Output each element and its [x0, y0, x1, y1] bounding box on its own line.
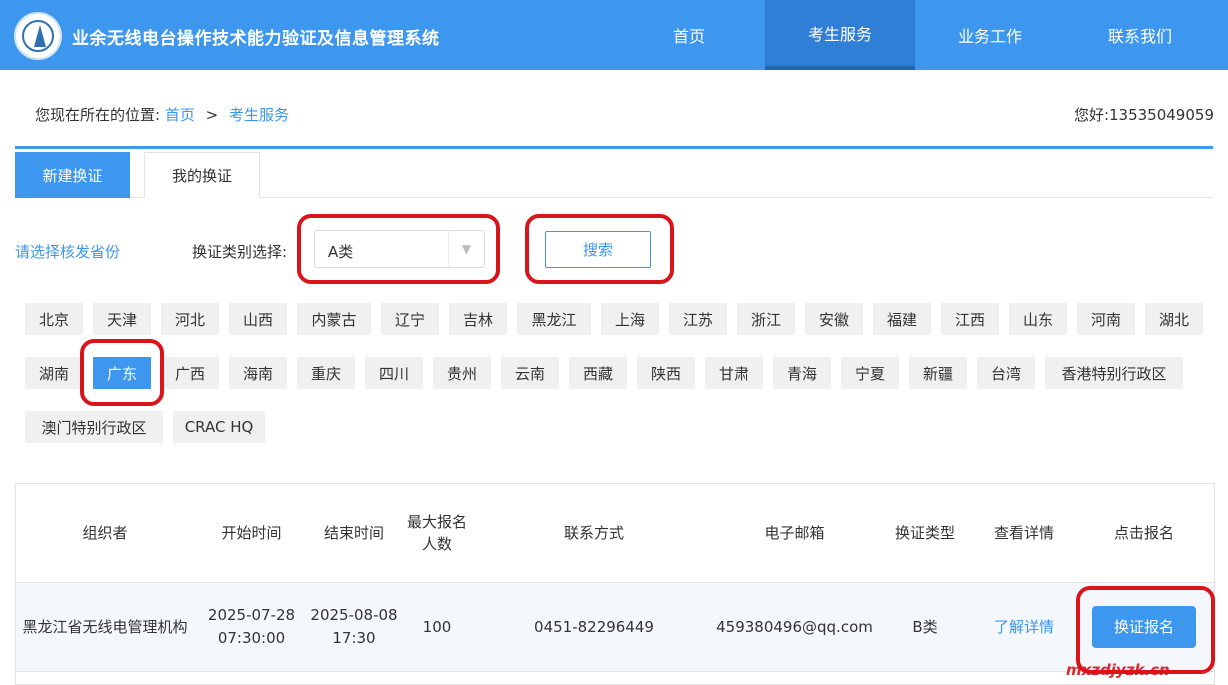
breadcrumb-home-link[interactable]: 首页: [165, 106, 195, 124]
type-select[interactable]: A类 ▼: [314, 230, 485, 268]
enroll-button[interactable]: 换证报名: [1092, 606, 1196, 648]
cell-end-time: 2025-08-08 17:30: [309, 583, 399, 671]
breadcrumb-separator: >: [205, 106, 219, 124]
user-greeting: 您好:13535049059: [1073, 106, 1214, 124]
province-chip[interactable]: 贵州: [433, 357, 491, 389]
table-row: 黑龙江省无线电管理机构 2025-07-28 07:30:00 2025-08-…: [16, 582, 1214, 672]
cell-email: 459380496@qq.com: [716, 617, 873, 636]
province-chip[interactable]: 河南: [1077, 303, 1135, 335]
cell-type: B类: [912, 617, 938, 636]
province-chip[interactable]: 新疆: [909, 357, 967, 389]
type-select-value: A类: [328, 243, 354, 261]
province-chip[interactable]: 黑龙江: [517, 303, 591, 335]
nav-business[interactable]: 业务工作: [915, 0, 1065, 70]
province-chip[interactable]: 北京: [25, 303, 83, 335]
top-header: 业余无线电台操作技术能力验证及信息管理系统 首页 考生服务 业务工作 联系我们: [0, 0, 1228, 70]
breadcrumb-prefix: 您现在所在的位置:: [35, 106, 161, 124]
province-chip[interactable]: 青海: [773, 357, 831, 389]
column-header-start-time: 开始时间: [221, 524, 282, 542]
details-link[interactable]: 了解详情: [994, 616, 1054, 639]
province-chip[interactable]: 广西: [161, 357, 219, 389]
province-chip[interactable]: 江苏: [669, 303, 727, 335]
emblem-logo-icon: [14, 12, 62, 60]
nav-candidate-service[interactable]: 考生服务: [765, 0, 915, 70]
cell-contact: 0451-82296449: [534, 617, 654, 636]
province-chip[interactable]: 河北: [161, 303, 219, 335]
province-chip[interactable]: 宁夏: [841, 357, 899, 389]
chevron-down-icon[interactable]: ▼: [448, 231, 484, 267]
column-header-max-count-line1: 最大报名: [406, 513, 467, 531]
cell-end-date: 2025-08-08: [310, 606, 398, 624]
cell-max-count: 100: [422, 617, 452, 636]
column-header-contact: 联系方式: [563, 524, 624, 542]
province-chip[interactable]: 山东: [1009, 303, 1067, 335]
breadcrumb: 您现在所在的位置: 首页 > 考生服务: [35, 104, 289, 125]
province-chip[interactable]: 四川: [365, 357, 423, 389]
province-chip[interactable]: 重庆: [297, 357, 355, 389]
cell-details: 了解详情: [974, 583, 1074, 671]
breadcrumb-current-link[interactable]: 考生服务: [229, 106, 289, 124]
province-chip[interactable]: 西藏: [569, 357, 627, 389]
column-header-organizer: 组织者: [82, 524, 128, 542]
column-header-enroll: 点击报名: [1113, 524, 1174, 542]
cell-end-clock: 17:30: [332, 629, 376, 647]
province-chip[interactable]: 台湾: [977, 357, 1035, 389]
renewal-table: 组织者 开始时间 结束时间 最大报名 人数 联系方式 电子邮箱 换证类型 查看详…: [15, 483, 1215, 685]
province-chip[interactable]: 安徽: [805, 303, 863, 335]
province-chip[interactable]: 湖北: [1145, 303, 1203, 335]
province-chip[interactable]: 湖南: [25, 357, 83, 389]
column-header-max-count-line2: 人数: [421, 535, 452, 553]
province-chip[interactable]: 上海: [601, 303, 659, 335]
nav-contact[interactable]: 联系我们: [1065, 0, 1215, 70]
province-chip[interactable]: 陕西: [637, 357, 695, 389]
province-chip[interactable]: 广东: [93, 357, 151, 389]
province-hint: 请选择核发省份: [15, 243, 121, 261]
province-chip[interactable]: 浙江: [737, 303, 795, 335]
province-chip[interactable]: 辽宁: [381, 303, 439, 335]
province-chip[interactable]: 福建: [873, 303, 931, 335]
column-header-details: 查看详情: [993, 524, 1054, 542]
watermark-text: mxzdjyzk.cn: [1066, 661, 1170, 679]
tab-new-renewal[interactable]: 新建换证: [15, 152, 130, 198]
province-chip[interactable]: 天津: [93, 303, 151, 335]
tab-my-renewal[interactable]: 我的换证: [144, 152, 260, 198]
search-button[interactable]: 搜索: [545, 231, 651, 268]
column-header-email: 电子邮箱: [764, 524, 825, 542]
tab-bar: 新建换证 我的换证: [15, 146, 1213, 198]
site-title: 业余无线电台操作技术能力验证及信息管理系统: [72, 29, 440, 49]
cell-start-date: 2025-07-28: [207, 606, 296, 624]
province-chip[interactable]: 甘肃: [705, 357, 763, 389]
column-header-type: 换证类型: [894, 524, 955, 542]
nav-home[interactable]: 首页: [614, 0, 764, 70]
cell-enroll: 换证报名: [1074, 583, 1214, 671]
province-chip[interactable]: 山西: [229, 303, 287, 335]
cell-start-time: 2025-07-28 07:30:00: [194, 583, 309, 671]
province-chip[interactable]: 江西: [941, 303, 999, 335]
column-header-end-time: 结束时间: [323, 524, 384, 542]
column-header-max-count: 最大报名 人数: [399, 484, 475, 582]
cell-organizer: 黑龙江省无线电管理机构: [22, 617, 188, 636]
province-chip[interactable]: 云南: [501, 357, 559, 389]
province-chip[interactable]: 海南: [229, 357, 287, 389]
province-chip[interactable]: 香港特别行政区: [1045, 357, 1183, 389]
type-select-label: 换证类别选择:: [192, 243, 288, 261]
cell-start-clock: 07:30:00: [217, 629, 286, 647]
province-chip[interactable]: 澳门特别行政区: [25, 411, 163, 443]
province-chip[interactable]: 吉林: [449, 303, 507, 335]
province-chip[interactable]: CRAC HQ: [173, 411, 265, 443]
province-chip[interactable]: 内蒙古: [297, 303, 371, 335]
